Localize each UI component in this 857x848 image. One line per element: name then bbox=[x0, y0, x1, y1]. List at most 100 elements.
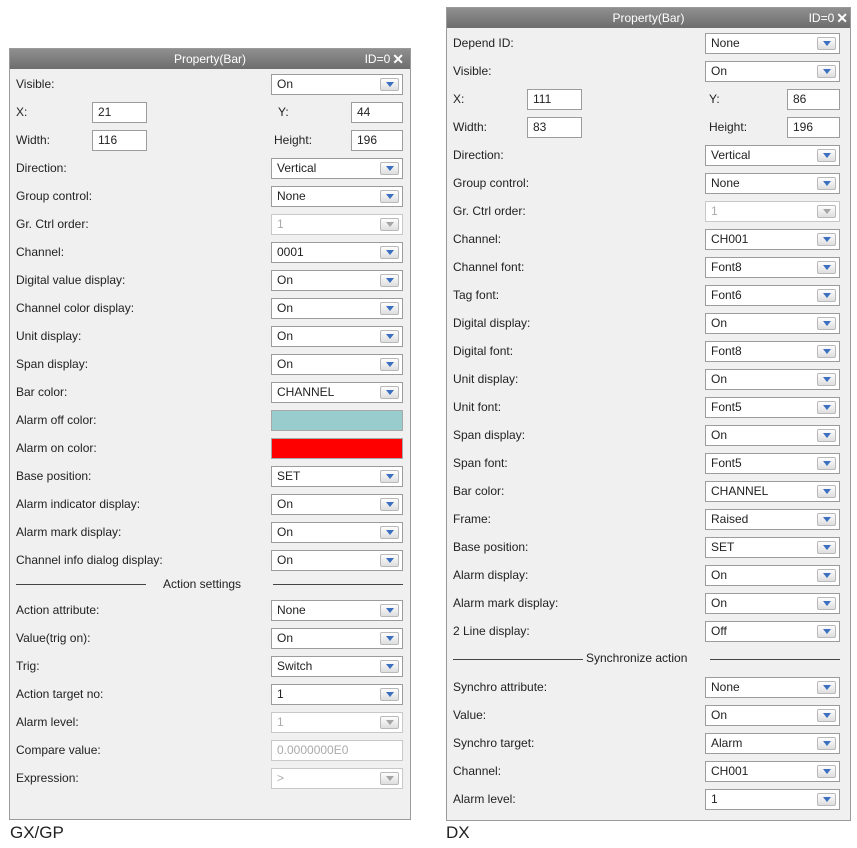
dx-alarm-mark-display-label: Alarm mark display: bbox=[453, 596, 559, 610]
dx-row-visible: Visible: On bbox=[447, 57, 850, 85]
dx-direction-label: Direction: bbox=[453, 148, 504, 162]
gx-value-trig-on-select[interactable]: On bbox=[271, 628, 403, 649]
gx-action-target-no-select[interactable]: 1 bbox=[271, 684, 403, 705]
dx-row-unit-display: Unit display: On bbox=[447, 365, 850, 393]
dx-digital-display-select[interactable]: On bbox=[705, 313, 840, 334]
gx-base-position-label: Base position: bbox=[16, 469, 92, 483]
dx-unit-font-label: Unit font: bbox=[453, 400, 502, 414]
gx-alarm-off-color-swatch[interactable] bbox=[271, 410, 403, 431]
dx-alarm-level-label: Alarm level: bbox=[453, 792, 516, 806]
dx-direction-select[interactable]: Vertical bbox=[705, 145, 840, 166]
gx-close-icon[interactable]: ✕ bbox=[392, 49, 404, 69]
gx-digital-value-display-label: Digital value display: bbox=[16, 273, 126, 287]
dx-synchro-attribute-select[interactable]: None bbox=[705, 677, 840, 698]
dx-unit-display-select[interactable]: On bbox=[705, 369, 840, 390]
gx-base-position-select[interactable]: SET bbox=[271, 466, 403, 487]
gx-row-group-control: Group control: None bbox=[10, 182, 410, 210]
dx-bar-color-select[interactable]: CHANNEL bbox=[705, 481, 840, 502]
gx-trig-select[interactable]: Switch bbox=[271, 656, 403, 677]
dx-channel-select[interactable]: CH001 bbox=[705, 229, 840, 250]
dx-bar-color-label: Bar color: bbox=[453, 484, 505, 498]
dx-width-input[interactable]: 83 bbox=[527, 117, 582, 138]
gx-gr-ctrl-order-label: Gr. Ctrl order: bbox=[16, 217, 89, 231]
gx-span-display-select[interactable]: On bbox=[271, 354, 403, 375]
chevron-down-icon bbox=[380, 78, 399, 91]
chevron-down-icon bbox=[380, 772, 399, 785]
gx-group-control-select[interactable]: None bbox=[271, 186, 403, 207]
dx-y-label: Y: bbox=[709, 92, 720, 106]
dx-synchro-attribute-label: Synchro attribute: bbox=[453, 680, 548, 694]
dx-y-input[interactable]: 86 bbox=[787, 89, 840, 110]
gx-channel-info-dialog-display-select[interactable]: On bbox=[271, 550, 403, 571]
dx-span-display-select[interactable]: On bbox=[705, 425, 840, 446]
gx-bar-color-select[interactable]: CHANNEL bbox=[271, 382, 403, 403]
gx-visible-select[interactable]: On bbox=[271, 74, 403, 95]
chevron-down-icon bbox=[380, 190, 399, 203]
gx-expression-label: Expression: bbox=[16, 771, 79, 785]
dx-base-position-select[interactable]: SET bbox=[705, 537, 840, 558]
dx-row-bar-color: Bar color: CHANNEL bbox=[447, 477, 850, 505]
gx-y-input[interactable]: 44 bbox=[351, 102, 403, 123]
dx-two-line-display-select[interactable]: Off bbox=[705, 621, 840, 642]
dx-x-input[interactable]: 111 bbox=[527, 89, 582, 110]
gx-group-control-label: Group control: bbox=[16, 189, 93, 203]
dx-alarm-display-select[interactable]: On bbox=[705, 565, 840, 586]
chevron-down-icon bbox=[817, 709, 836, 722]
gx-unit-display-select[interactable]: On bbox=[271, 326, 403, 347]
chevron-down-icon bbox=[817, 149, 836, 162]
dx-depend-id-select[interactable]: None bbox=[705, 33, 840, 54]
chevron-down-icon bbox=[817, 289, 836, 302]
dx-row-span-font: Span font: Font5 bbox=[447, 449, 850, 477]
dx-digital-font-select[interactable]: Font8 bbox=[705, 341, 840, 362]
chevron-down-icon bbox=[817, 513, 836, 526]
gx-channel-color-display-label: Channel color display: bbox=[16, 301, 135, 315]
dx-property-panel: Property(Bar) ID=0 ✕ Depend ID: None Vis… bbox=[446, 7, 851, 821]
dx-span-font-select[interactable]: Font5 bbox=[705, 453, 840, 474]
dx-visible-select[interactable]: On bbox=[705, 61, 840, 82]
dx-group-control-select[interactable]: None bbox=[705, 173, 840, 194]
chevron-down-icon bbox=[380, 330, 399, 343]
dx-visible-label: Visible: bbox=[453, 64, 492, 78]
gx-direction-select[interactable]: Vertical bbox=[271, 158, 403, 179]
gx-channel-color-display-select[interactable]: On bbox=[271, 298, 403, 319]
gx-alarm-indicator-display-select[interactable]: On bbox=[271, 494, 403, 515]
chevron-down-icon bbox=[817, 737, 836, 750]
dx-frame-select[interactable]: Raised bbox=[705, 509, 840, 530]
chevron-down-icon bbox=[817, 345, 836, 358]
gx-row-size: Width: 116 Height: 196 bbox=[10, 126, 410, 154]
dx-row-digital-display: Digital display: On bbox=[447, 309, 850, 337]
gx-alarm-mark-display-select[interactable]: On bbox=[271, 522, 403, 543]
dx-depend-id-label: Depend ID: bbox=[453, 36, 514, 50]
gx-action-attribute-select[interactable]: None bbox=[271, 600, 403, 621]
gx-caption: GX/GP bbox=[10, 823, 64, 842]
dx-value-select[interactable]: On bbox=[705, 705, 840, 726]
dx-channel-font-select[interactable]: Font8 bbox=[705, 257, 840, 278]
gx-x-label: X: bbox=[16, 105, 28, 119]
gx-width-input[interactable]: 116 bbox=[92, 130, 147, 151]
gx-x-input[interactable]: 21 bbox=[92, 102, 147, 123]
dx-digital-font-label: Digital font: bbox=[453, 344, 514, 358]
gx-alarm-on-color-swatch[interactable] bbox=[271, 438, 403, 459]
gx-height-label: Height: bbox=[274, 133, 313, 147]
gx-row-gr-ctrl-order: Gr. Ctrl order: 1 bbox=[10, 210, 410, 238]
gx-channel-select[interactable]: 0001 bbox=[271, 242, 403, 263]
dx-close-icon[interactable]: ✕ bbox=[836, 8, 848, 28]
gx-height-input[interactable]: 196 bbox=[351, 130, 403, 151]
dx-alarm-level-select[interactable]: 1 bbox=[705, 789, 840, 810]
gx-direction-label: Direction: bbox=[16, 161, 67, 175]
dx-synchro-target-select[interactable]: Alarm bbox=[705, 733, 840, 754]
dx-digital-display-label: Digital display: bbox=[453, 316, 531, 330]
dx-value-label: Value: bbox=[453, 708, 487, 722]
chevron-down-icon bbox=[380, 716, 399, 729]
dx-row-channel-font: Channel font: Font8 bbox=[447, 253, 850, 281]
dx-tag-font-select[interactable]: Font6 bbox=[705, 285, 840, 306]
dx-height-input[interactable]: 196 bbox=[787, 117, 840, 138]
chevron-down-icon bbox=[380, 604, 399, 617]
dx-row-span-display: Span display: On bbox=[447, 421, 850, 449]
dx-panel-title: Property(Bar) bbox=[612, 11, 685, 25]
dx-channel2-select[interactable]: CH001 bbox=[705, 761, 840, 782]
dx-alarm-mark-display-select[interactable]: On bbox=[705, 593, 840, 614]
dx-unit-font-select[interactable]: Font5 bbox=[705, 397, 840, 418]
gx-digital-value-display-select[interactable]: On bbox=[271, 270, 403, 291]
dx-row-synchro-target: Synchro target: Alarm bbox=[447, 729, 850, 757]
